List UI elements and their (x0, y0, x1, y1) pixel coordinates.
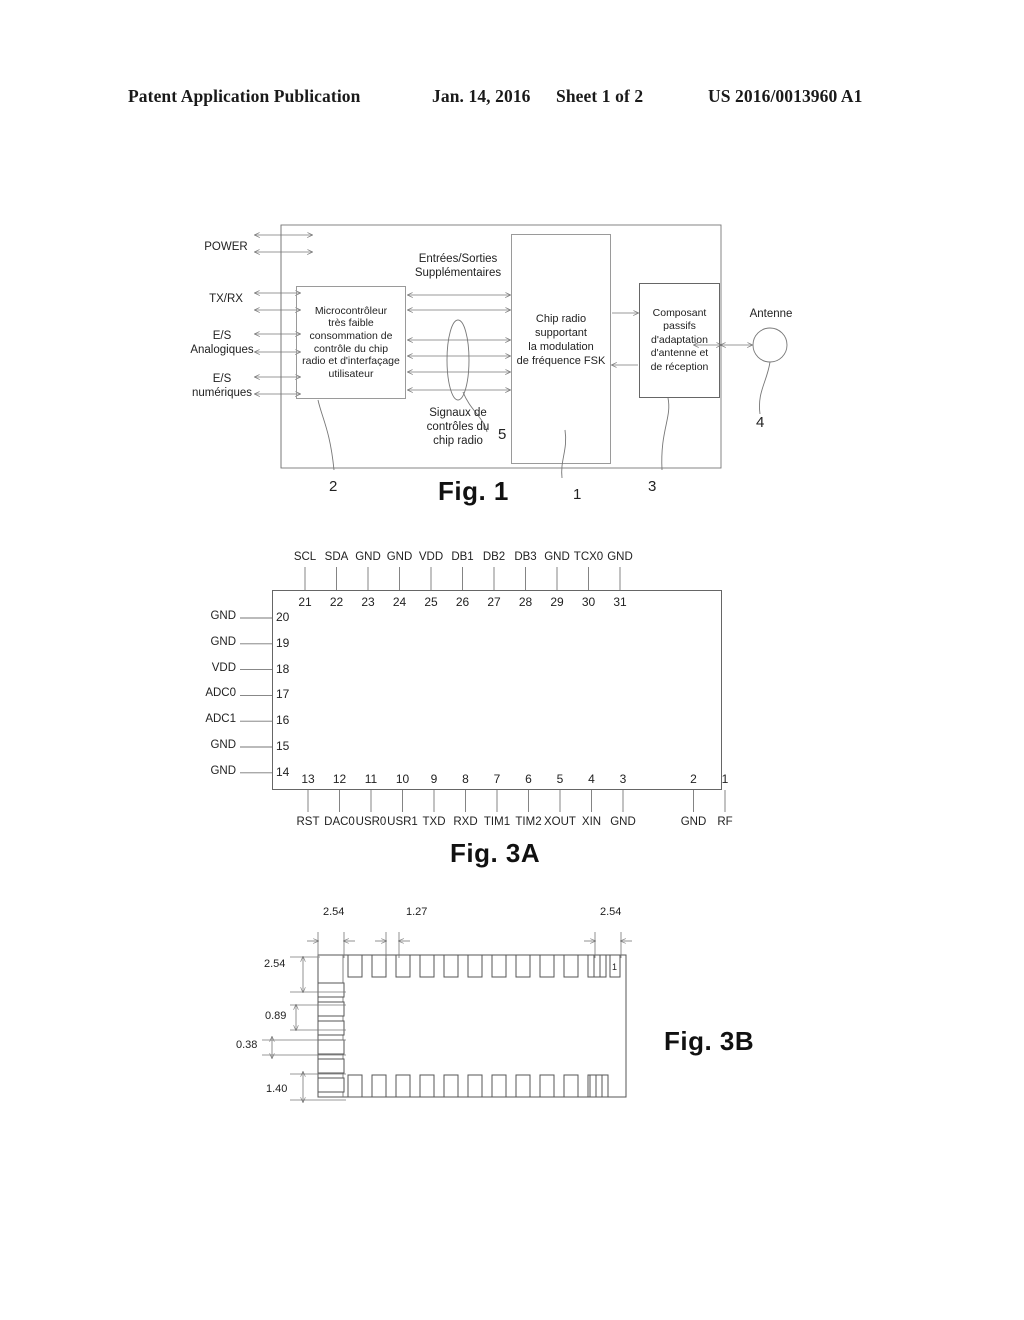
fig3b-dim-pad-width: 0.38 (236, 1039, 258, 1051)
fig3b-dim-pad-pitch: 0.89 (265, 1010, 287, 1022)
patent-drawing-page: Patent Application Publication Jan. 14, … (0, 0, 1024, 1320)
fig3b-pin1-marker: 1 (612, 962, 618, 972)
fig3b-dim-top-mid: 1.27 (406, 906, 428, 918)
fig3b-dim-left: 2.54 (264, 958, 286, 970)
figure-3b: 2.54 1.27 2.54 2.54 0.89 0.38 1.40 1 Fig… (0, 0, 1024, 1200)
fig3b-dim-top-right: 2.54 (600, 906, 622, 918)
fig3b-dim-bottom: 1.40 (266, 1083, 288, 1095)
fig3b-dim-top-left: 2.54 (323, 906, 345, 918)
fig3b-caption: Fig. 3B (664, 1026, 755, 1056)
fig3b-dimension-lines (262, 932, 632, 1200)
